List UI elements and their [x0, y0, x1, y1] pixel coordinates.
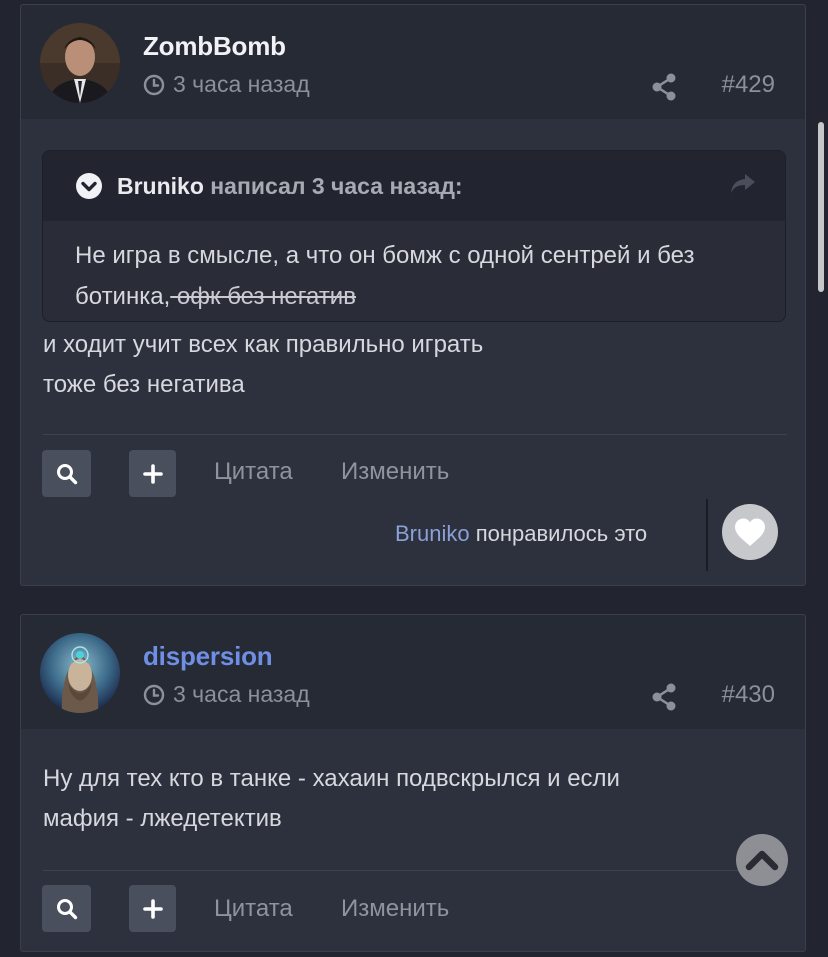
quote-button[interactable]: Цитата	[214, 895, 293, 923]
quote-header: Bruniko написал 3 часа назад:	[43, 151, 785, 221]
scroll-to-top-button[interactable]	[736, 834, 788, 886]
quote-text: Не игра в смысле, а что он бомж с одной …	[43, 221, 785, 317]
quote-text-strikethrough: офк без негатив	[170, 283, 356, 310]
clock-icon	[143, 684, 165, 705]
share-icon[interactable]	[651, 683, 677, 711]
post-content: Ну для тех кто в танке - хахаин подвскры…	[43, 759, 620, 839]
post-time: 3 часа назад	[143, 681, 310, 708]
post-header: ZombBomb 3 часа назад #429	[21, 5, 805, 119]
add-button[interactable]	[129, 450, 176, 497]
search-button[interactable]	[42, 885, 91, 932]
post-429: ZombBomb 3 часа назад #429 Bruniko напис…	[20, 4, 806, 586]
post-content: и ходит учит всех как правильно играть т…	[43, 325, 483, 405]
search-icon	[56, 463, 77, 484]
reply-arrow-icon[interactable]	[729, 171, 757, 197]
edit-button[interactable]: Изменить	[341, 895, 449, 923]
author-name[interactable]: ZombBomb	[143, 31, 286, 62]
chevron-up-icon	[745, 850, 779, 871]
plus-icon	[142, 898, 163, 919]
plus-icon	[142, 463, 163, 484]
chevron-down-icon[interactable]	[75, 172, 103, 200]
post-content-line: и ходит учит всех как правильно играть	[43, 331, 484, 358]
post-number[interactable]: #429	[722, 71, 775, 99]
quote-author[interactable]: Bruniko	[117, 173, 204, 199]
post-time-text: 3 часа назад	[173, 681, 310, 707]
quote-block: Bruniko написал 3 часа назад: Не игра в …	[42, 150, 786, 322]
quote-meta: написал 3 часа назад:	[210, 172, 463, 199]
post-header: dispersion 3 часа назад #430	[21, 615, 805, 729]
search-button[interactable]	[42, 450, 91, 497]
post-time-text: 3 часа назад	[173, 71, 310, 97]
avatar[interactable]	[40, 23, 120, 103]
avatar[interactable]	[40, 633, 120, 713]
liker-name[interactable]: Bruniko	[395, 521, 470, 546]
heart-icon	[735, 518, 765, 546]
post-content-line: Ну для тех кто в танке - хахаин подвскры…	[43, 765, 620, 792]
divider	[43, 434, 787, 435]
clock-icon	[143, 74, 165, 95]
quote-attribution: Bruniko написал 3 часа назад:	[117, 173, 463, 200]
likes-text: понравилось это	[469, 521, 648, 546]
edit-button[interactable]: Изменить	[341, 458, 449, 486]
scrollbar[interactable]	[818, 122, 824, 292]
author-name[interactable]: dispersion	[143, 641, 273, 672]
likes-separator	[706, 499, 708, 571]
post-content-line: мафия - лжедетектив	[43, 805, 282, 832]
likes-summary: Bruniko понравилось это	[395, 521, 647, 547]
post-number[interactable]: #430	[722, 681, 775, 709]
add-button[interactable]	[129, 885, 176, 932]
share-icon[interactable]	[651, 73, 677, 101]
quote-button[interactable]: Цитата	[214, 458, 293, 486]
divider	[43, 870, 787, 871]
search-icon	[56, 898, 77, 919]
like-button[interactable]	[722, 504, 778, 560]
post-time: 3 часа назад	[143, 71, 310, 98]
quote-text-main: Не игра в смысле, а что он бомж с одной …	[75, 242, 695, 310]
post-content-line: тоже без негатива	[43, 371, 245, 398]
post-430: dispersion 3 часа назад #430 Ну для тех …	[20, 614, 806, 952]
